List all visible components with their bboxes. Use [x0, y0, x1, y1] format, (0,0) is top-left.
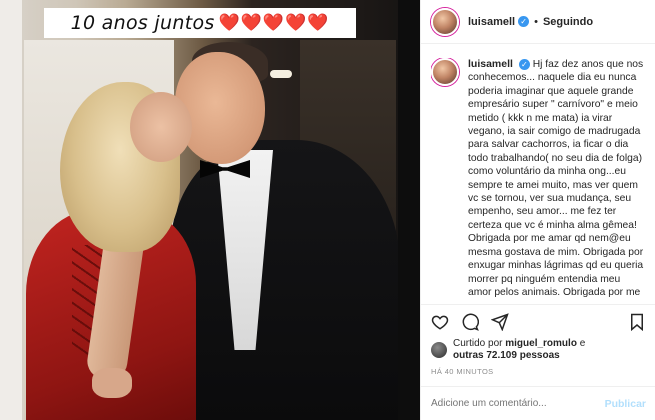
comment-avatar[interactable]	[431, 58, 459, 86]
post-panel: luisamell ✓ • Seguindo luisamell ✓ Hj fa…	[420, 0, 655, 420]
liker-avatar[interactable]	[431, 342, 447, 358]
comment-text: Hj faz dez anos que nos conhecemos... na…	[468, 59, 644, 298]
comment-body: luisamell ✓ Hj faz dez anos que nos conh…	[468, 58, 646, 298]
comment-input[interactable]	[431, 398, 605, 409]
publish-button[interactable]: Publicar	[605, 398, 646, 410]
liker-username[interactable]: miguel_romulo	[505, 338, 577, 349]
comment-username[interactable]: luisamell	[468, 58, 513, 70]
add-comment-bar: Publicar	[421, 386, 655, 420]
caption-comment: luisamell ✓ Hj faz dez anos que nos conh…	[431, 58, 651, 298]
photo-caption: 10 anos juntos	[70, 12, 215, 34]
photo-ceiling-light	[270, 70, 292, 78]
photo-hearts: ❤️❤️❤️❤️❤️	[218, 13, 330, 32]
photo-man-face	[175, 52, 265, 164]
photo-man-suit	[170, 140, 400, 420]
post-header: luisamell ✓ • Seguindo	[421, 0, 655, 44]
photo-caption-box: 10 anos juntos ❤️❤️❤️❤️❤️	[44, 8, 356, 38]
photo-frame-left	[0, 0, 22, 420]
action-bar	[421, 304, 655, 338]
header-username[interactable]: luisamell	[468, 16, 515, 28]
photo-frame-right	[398, 0, 420, 420]
likes-middle: e	[576, 338, 586, 349]
bookmark-icon[interactable]	[628, 313, 646, 331]
post-photo[interactable]: 10 anos juntos ❤️❤️❤️❤️❤️	[0, 0, 420, 420]
share-icon[interactable]	[491, 312, 509, 331]
post-timestamp[interactable]: HÁ 40 MINUTOS	[431, 367, 494, 376]
likes-row: Curtido por miguel_romulo e outras 72.10…	[431, 338, 651, 362]
likes-prefix: Curtido por	[453, 338, 506, 349]
verified-icon: ✓	[518, 16, 530, 27]
photo-woman-hand	[92, 368, 132, 398]
verified-icon: ✓	[518, 59, 530, 70]
heart-icon[interactable]	[431, 313, 449, 331]
avatar[interactable]	[431, 7, 459, 36]
likes-text: Curtido por miguel_romulo e outras 72.10…	[453, 338, 585, 362]
likes-count[interactable]: outras 72.109 pessoas	[453, 350, 560, 361]
following-button[interactable]: Seguindo	[543, 16, 593, 28]
photo-woman-face	[130, 92, 192, 162]
header-separator: •	[534, 15, 538, 28]
comment-icon[interactable]	[461, 313, 479, 331]
